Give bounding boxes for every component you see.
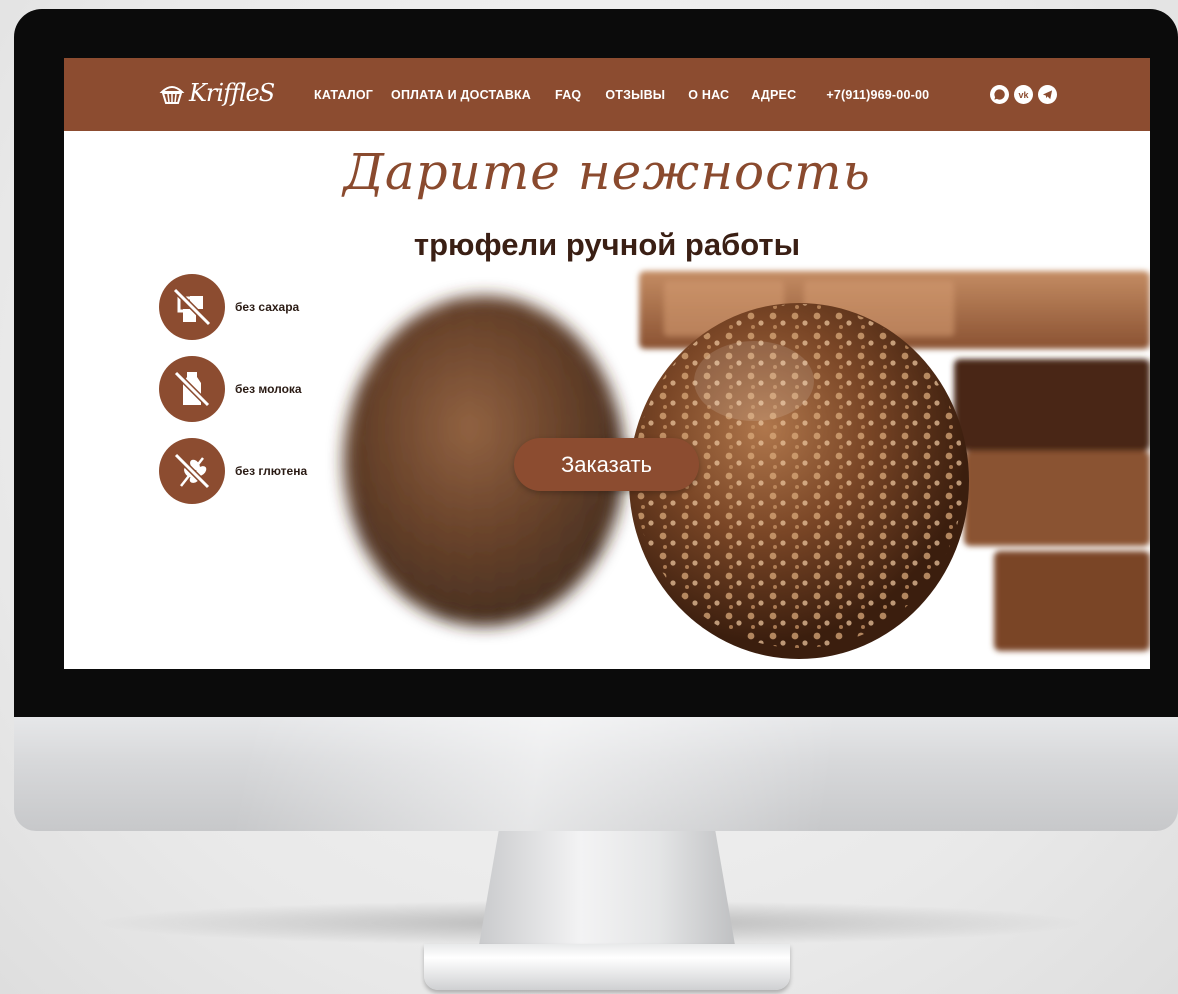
hero-subheadline: трюфели ручной работы — [413, 227, 801, 262]
cupcake-icon — [159, 86, 185, 104]
whatsapp-icon[interactable] — [990, 85, 1009, 104]
website-screen: KriffleS КАТАЛОГ ОПЛАТА И ДОСТАВКА FAQ О… — [64, 58, 1150, 669]
logo[interactable]: KriffleS — [159, 76, 275, 110]
no-gluten-icon — [159, 438, 225, 504]
feature-label: без глютена — [235, 464, 308, 478]
monitor-chin-reflection — [14, 717, 1178, 831]
vk-icon[interactable]: vk — [1014, 85, 1033, 104]
nav-item-catalog[interactable]: КАТАЛОГ — [314, 88, 373, 102]
social-links: vk — [990, 85, 1057, 104]
hero-section: Дарите нежность трюфели ручной работы бе… — [64, 131, 1150, 669]
feature-no-sugar: без сахара — [159, 274, 299, 340]
nav-item-faq[interactable]: FAQ — [555, 88, 581, 102]
logo-text: KriffleS — [189, 79, 275, 107]
main-nav: КАТАЛОГ ОПЛАТА И ДОСТАВКА FAQ ОТЗЫВЫ О Н… — [314, 58, 929, 131]
feature-label: без молока — [235, 382, 302, 396]
nav-item-payment-delivery[interactable]: ОПЛАТА И ДОСТАВКА — [391, 88, 531, 102]
no-sugar-icon — [159, 274, 225, 340]
nav-item-about[interactable]: О НАС — [688, 88, 729, 102]
nav-item-reviews[interactable]: ОТЗЫВЫ — [605, 88, 665, 102]
hero-headline: Дарите нежность — [343, 143, 871, 201]
monitor-stand-base — [424, 944, 790, 990]
phone-link[interactable]: +7(911)969-00-00 — [826, 88, 929, 102]
no-milk-icon — [159, 356, 225, 422]
vk-label: vk — [1018, 89, 1029, 100]
feature-label: без сахара — [235, 300, 300, 314]
site-header: KriffleS КАТАЛОГ ОПЛАТА И ДОСТАВКА FAQ О… — [64, 58, 1150, 131]
telegram-icon[interactable] — [1038, 85, 1057, 104]
feature-no-milk: без молока — [159, 356, 302, 422]
desktop-mockup: KriffleS КАТАЛОГ ОПЛАТА И ДОСТАВКА FAQ О… — [0, 0, 1178, 994]
nav-item-address[interactable]: АДРЕС — [751, 88, 796, 102]
monitor-stand-neck — [478, 831, 736, 951]
feature-no-gluten: без глютена — [159, 438, 307, 504]
order-button[interactable]: Заказать — [514, 438, 699, 491]
